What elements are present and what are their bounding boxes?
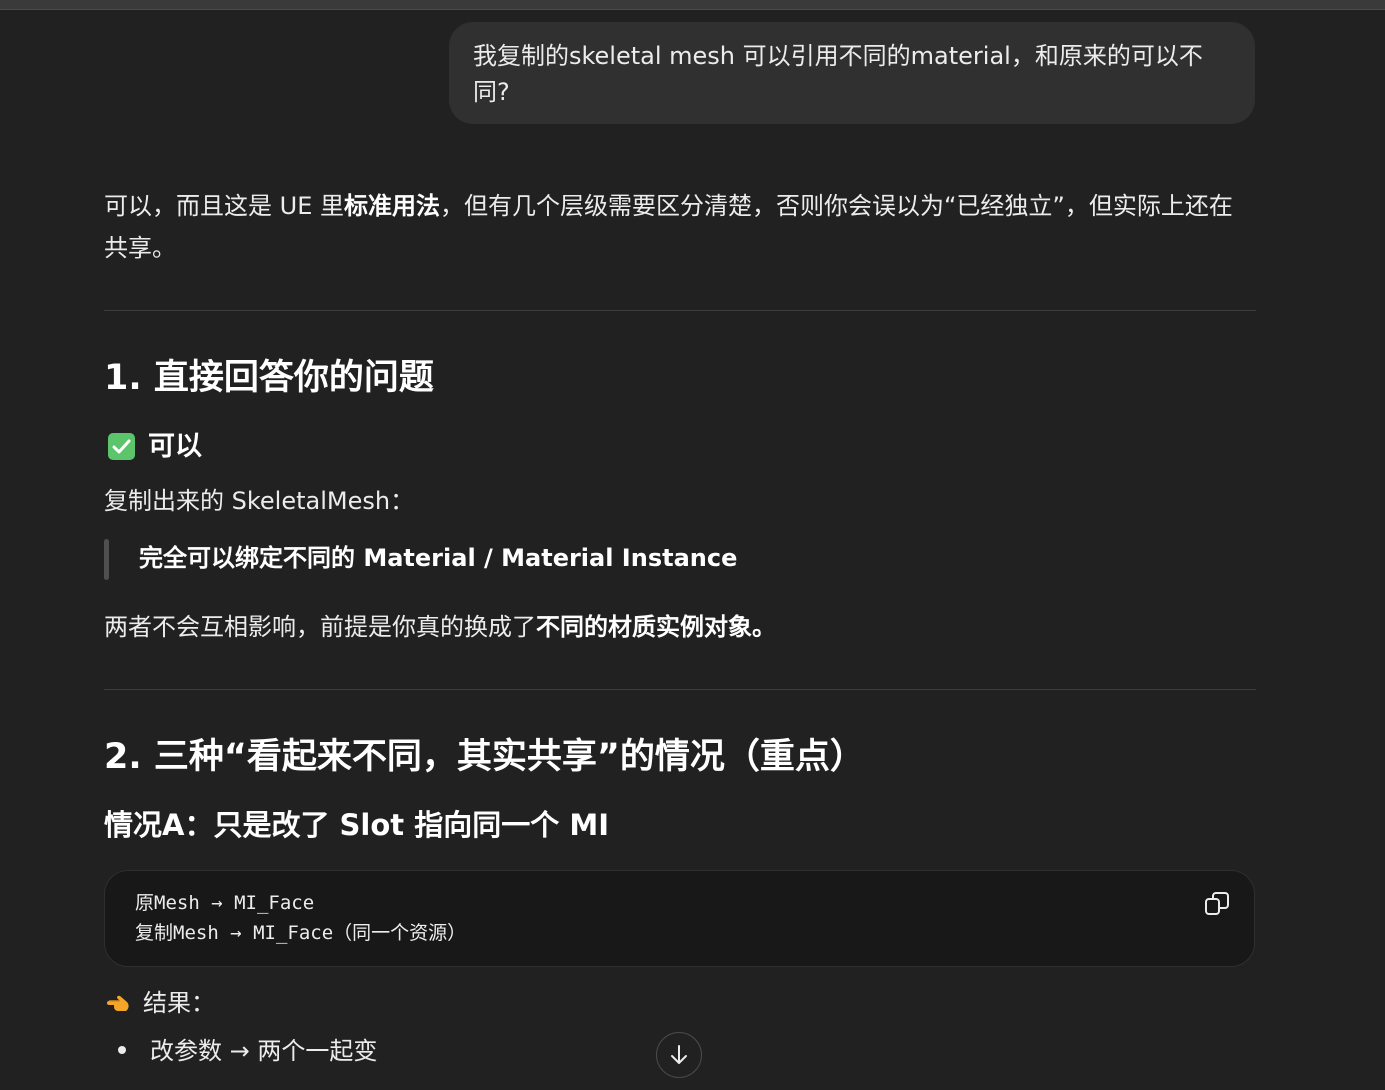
intro-bold: 标准用法 bbox=[344, 192, 440, 220]
code-line: 原Mesh → MI_Face bbox=[135, 892, 315, 914]
top-bar bbox=[0, 0, 1385, 10]
code-line: 复制Mesh → MI_Face（同一个资源） bbox=[135, 922, 467, 944]
section1-heading: 1. 直接回答你的问题 bbox=[104, 358, 434, 398]
check-label: 可以 bbox=[148, 431, 202, 462]
check-mark-icon bbox=[108, 433, 135, 460]
assistant-intro: 可以，而且这是 UE 里标准用法，但有几个层级需要区分清楚，否则你会误以为“已经… bbox=[104, 185, 1256, 269]
scroll-to-bottom-button[interactable] bbox=[656, 1032, 702, 1078]
copy-icon[interactable] bbox=[1203, 890, 1231, 918]
divider bbox=[104, 310, 1256, 311]
bullet-dot bbox=[118, 1046, 126, 1054]
arrow-down-icon bbox=[671, 1045, 687, 1064]
user-message-bubble: 我复制的skeletal mesh 可以引用不同的material，和原来的可以… bbox=[449, 22, 1255, 124]
section1-para-bold: 不同的材质实例对象。 bbox=[536, 613, 776, 641]
result-label: 结果： bbox=[143, 989, 215, 1017]
divider bbox=[104, 689, 1256, 690]
section2-heading: 2. 三种“看起来不同，其实共享”的情况（重点） bbox=[104, 737, 865, 777]
section1-paragraph: 两者不会互相影响，前提是你真的换成了不同的材质实例对象。 bbox=[104, 606, 1256, 648]
section2-subheading: 情况A：只是改了 Slot 指向同一个 MI bbox=[104, 808, 609, 842]
section1-para-text: 两者不会互相影响，前提是你真的换成了 bbox=[104, 613, 536, 641]
user-message-text: 我复制的skeletal mesh 可以引用不同的material，和原来的可以… bbox=[473, 42, 1203, 106]
section1-line: 复制出来的 SkeletalMesh： bbox=[104, 487, 415, 515]
blockquote-text: 完全可以绑定不同的 Material / Material Instance bbox=[139, 544, 738, 572]
pointing-hand-icon bbox=[106, 989, 134, 1017]
code-block[interactable]: 原Mesh → MI_Face 复制Mesh → MI_Face（同一个资源） bbox=[104, 870, 1255, 967]
blockquote-bar bbox=[104, 539, 109, 580]
list-item: 改参数 → 两个一起变 bbox=[118, 1031, 377, 1071]
list-item-text: 改参数 → 两个一起变 bbox=[150, 1037, 378, 1065]
intro-text-1: 可以，而且这是 UE 里 bbox=[104, 192, 344, 220]
